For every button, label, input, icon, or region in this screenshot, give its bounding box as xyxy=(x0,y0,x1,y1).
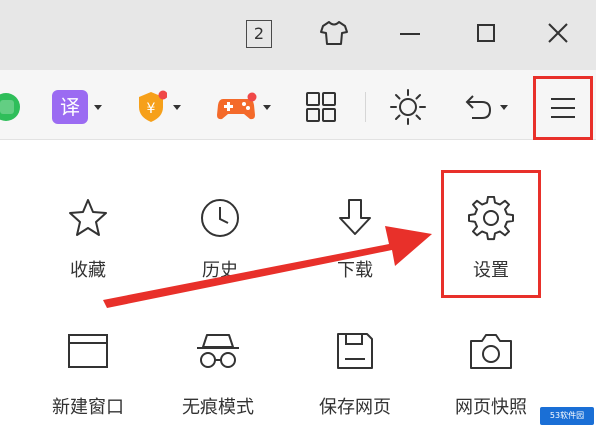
undo-dropdown-caret xyxy=(500,104,508,110)
apps-grid-icon xyxy=(306,92,336,122)
brightness-icon xyxy=(390,89,426,125)
apps-grid-button[interactable] xyxy=(304,90,338,124)
menu-item-label: 无痕模式 xyxy=(182,397,254,418)
toolbar: 译 ¥ xyxy=(0,70,596,140)
menu-item-label: 保存网页 xyxy=(319,397,391,418)
menu-item-label: 收藏 xyxy=(70,260,106,281)
shield-dropdown-caret xyxy=(173,104,181,110)
save-page-icon xyxy=(337,333,373,369)
maximize-icon[interactable] xyxy=(470,16,502,50)
menu-item-downloads[interactable]: 下载 xyxy=(295,196,415,306)
new-window-icon xyxy=(68,334,108,368)
menu-item-favorites[interactable]: 收藏 xyxy=(28,196,148,306)
incognito-icon xyxy=(197,334,239,368)
menu-item-new-window[interactable]: 新建窗口 xyxy=(28,331,148,441)
menu-item-snapshot[interactable]: 网页快照 xyxy=(431,331,551,441)
green-app-button[interactable] xyxy=(0,90,24,124)
skin-icon[interactable] xyxy=(318,16,350,50)
clock-icon xyxy=(201,199,239,237)
game-dropdown-caret xyxy=(263,104,271,110)
menu-item-label: 网页快照 xyxy=(455,397,527,418)
menu-item-save-page[interactable]: 保存网页 xyxy=(295,331,415,441)
menu-item-label: 下载 xyxy=(337,260,373,281)
hamburger-menu-icon xyxy=(551,98,575,118)
game-button[interactable] xyxy=(215,90,271,124)
game-icon xyxy=(217,92,257,120)
tab-count-button[interactable]: 2 xyxy=(246,20,272,48)
hamburger-menu-button[interactable] xyxy=(533,76,593,140)
brightness-button[interactable] xyxy=(389,89,427,125)
minimize-icon[interactable] xyxy=(394,16,426,50)
undo-icon xyxy=(465,95,492,119)
translate-dropdown-caret xyxy=(94,104,102,110)
green-app-icon xyxy=(0,93,20,121)
menu-item-incognito[interactable]: 无痕模式 xyxy=(158,331,278,441)
toolbar-separator xyxy=(365,92,366,122)
close-icon[interactable] xyxy=(542,16,574,50)
star-icon xyxy=(69,199,107,236)
menu-item-label: 历史 xyxy=(202,260,238,281)
shield-icon: ¥ xyxy=(139,90,167,122)
watermark-logo: 53软件园 xyxy=(540,407,594,425)
translate-icon: 译 xyxy=(52,90,88,124)
title-bar: 2 xyxy=(0,0,596,70)
download-icon xyxy=(339,199,371,235)
camera-icon xyxy=(470,334,512,369)
svg-text:¥: ¥ xyxy=(147,101,156,117)
translate-button[interactable]: 译 xyxy=(52,90,102,124)
settings-highlight-box xyxy=(441,170,541,298)
undo-button[interactable] xyxy=(460,90,508,124)
shield-button[interactable]: ¥ xyxy=(135,90,181,124)
menu-item-label: 新建窗口 xyxy=(52,397,124,418)
menu-item-history[interactable]: 历史 xyxy=(160,196,280,306)
